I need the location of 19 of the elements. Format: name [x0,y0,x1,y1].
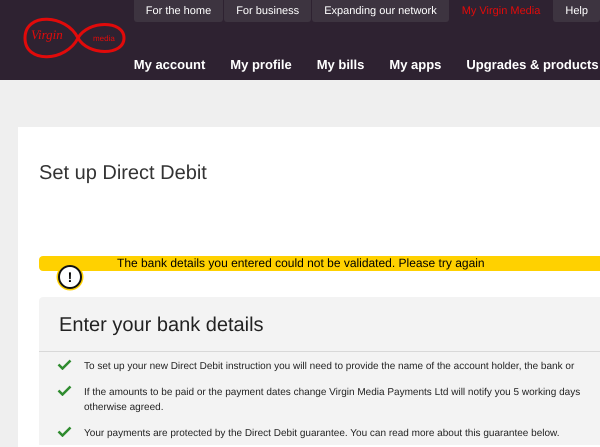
check-icon [57,385,72,396]
error-banner: The bank details you entered could not be validated. Please try again [39,256,600,271]
nav-link[interactable]: My bills [316,57,364,72]
top-tab[interactable]: Help [553,0,600,22]
info-text: If the amounts to be paid or the payment dates change Virgin Media Payments Ltd will notify you 5 working days otherwise agreed. [84,386,580,415]
check-icon [57,359,72,370]
info-text: To set up your new Direct Debit instruction you will need to provide the name of the account holder, the bank or [84,360,574,374]
top-tab[interactable]: For the home [134,0,224,22]
top-tab[interactable]: For business [224,0,312,22]
nav-link[interactable]: My apps [389,57,442,72]
warning-icon: ! [58,265,82,289]
top-tab[interactable]: Expanding our network [312,0,449,22]
info-text: Your payments are protected by the Direct Debit guarantee. You can read more about this guarantee below. [84,427,560,441]
nav-link[interactable]: Upgrades & products [466,57,599,72]
panel-title: Enter your bank details [39,297,600,352]
check-icon [57,426,72,437]
nav-link[interactable]: My account [134,57,206,72]
page-title: Set up Direct Debit [39,162,208,185]
nav-link[interactable]: My profile [230,57,292,72]
